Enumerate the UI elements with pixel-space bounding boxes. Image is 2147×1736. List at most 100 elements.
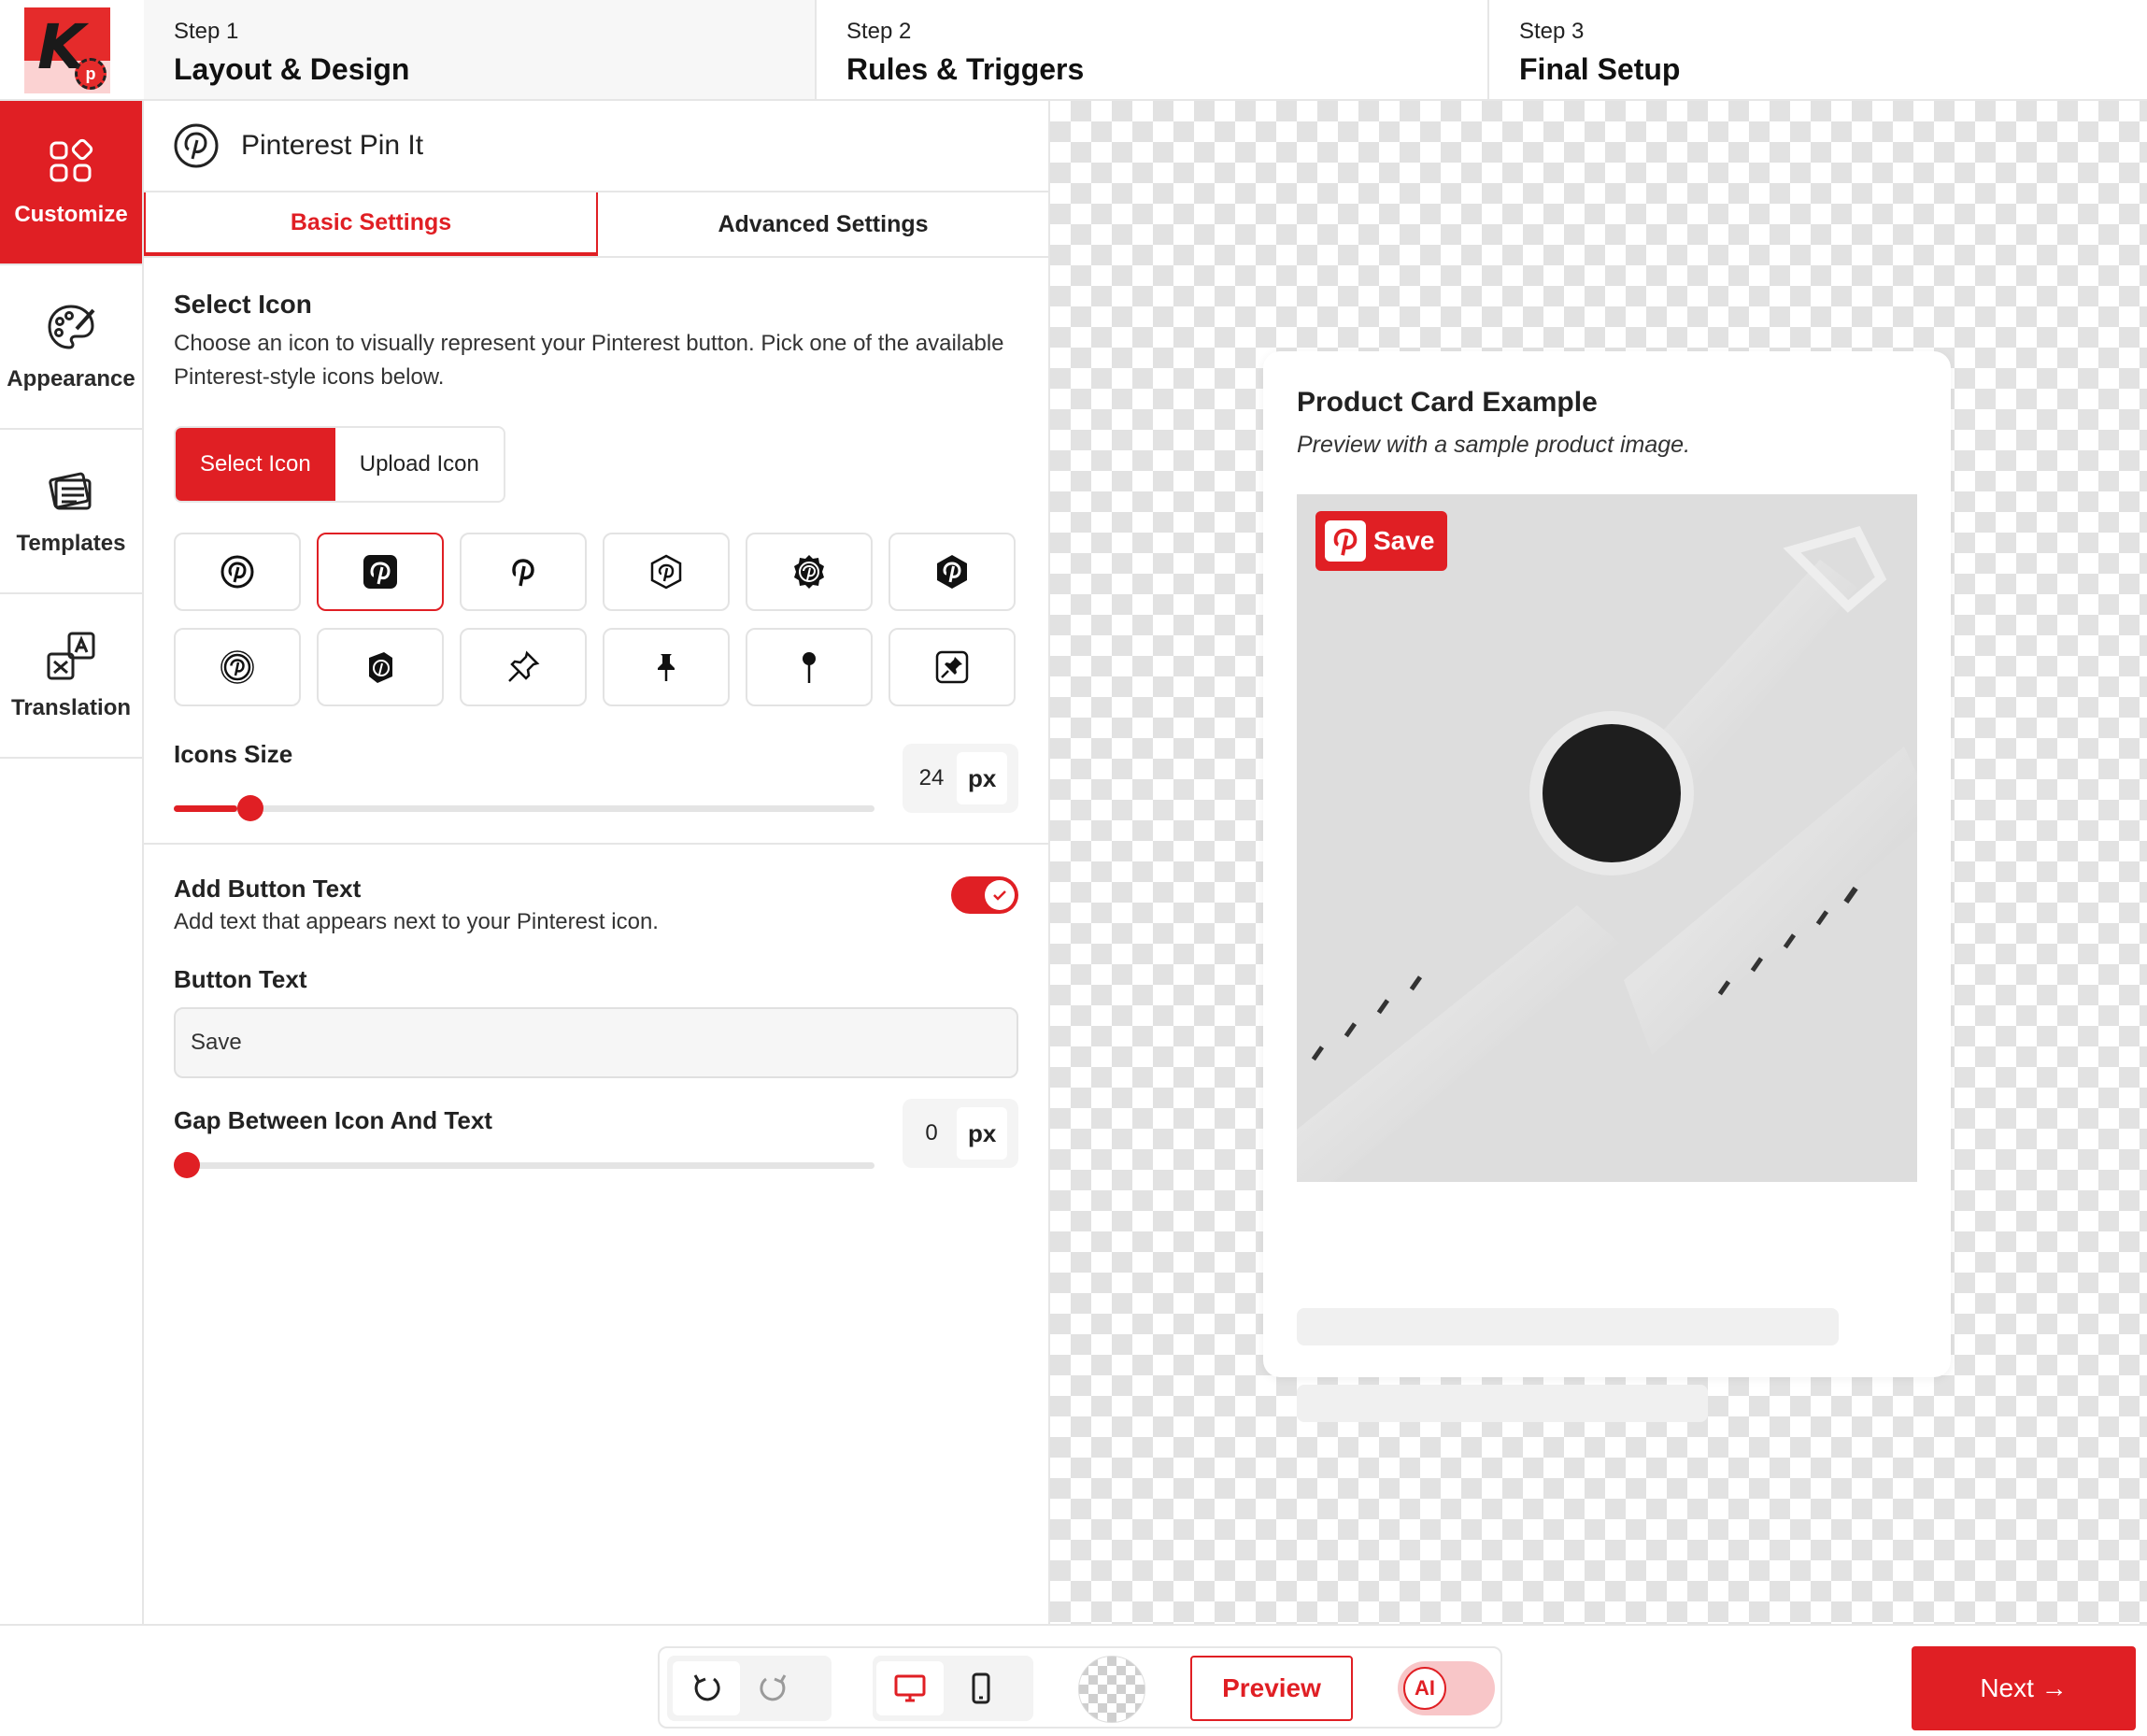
pinterest-double-circle-icon [220, 650, 254, 684]
button-text-section: Add Button Text Add text that appears ne… [144, 845, 1048, 1203]
bottom-bar: Preview AI Next → [0, 1624, 2147, 1736]
step-3[interactable]: Step 3 Final Setup [1489, 0, 2147, 99]
nav-item-translation[interactable]: Translation [0, 594, 142, 759]
slider-handle[interactable] [237, 795, 263, 821]
pinterest-hexagon-filled-icon [937, 555, 967, 589]
select-icon-option[interactable]: Select Icon [176, 428, 335, 501]
step-number: Step 1 [174, 19, 239, 44]
map-pin-icon [803, 652, 816, 683]
icon-option[interactable] [889, 533, 1016, 611]
pinterest-badge-icon [794, 555, 824, 589]
add-button-text-toggle[interactable] [951, 876, 1018, 914]
tab-advanced-settings[interactable]: Advanced Settings [598, 192, 1048, 256]
toolbar: Preview AI [658, 1646, 1502, 1729]
unit-label: px [957, 1107, 1008, 1160]
nav-label: Customize [14, 202, 128, 227]
device-group [873, 1656, 1033, 1721]
step-number: Step 3 [1519, 19, 1585, 44]
pinterest-hexagon-outline-icon [650, 554, 682, 590]
panel-header: Pinterest Pin It [144, 101, 1048, 192]
pinterest-save-button[interactable]: Save [1315, 511, 1448, 571]
select-icon-section: Select Icon Choose an icon to visually r… [144, 258, 1048, 837]
templates-icon [49, 472, 92, 510]
pinterest-badge-icon: p [75, 58, 107, 90]
add-button-text-title: Add Button Text [174, 875, 362, 903]
step-title: Final Setup [1519, 52, 1681, 86]
gap-label: Gap Between Icon And Text [174, 1106, 492, 1134]
icon-option[interactable] [603, 533, 730, 611]
ai-toggle[interactable]: AI [1398, 1661, 1495, 1715]
translate-icon [47, 632, 95, 680]
pinterest-3d-cube-icon [369, 652, 392, 683]
icon-option[interactable] [889, 628, 1016, 706]
icon-option[interactable] [746, 628, 873, 706]
card-subtitle: Preview with a sample product image. [1297, 432, 1691, 458]
icon-option[interactable] [174, 628, 301, 706]
icon-option[interactable] [317, 628, 444, 706]
icon-option-selected[interactable] [317, 533, 444, 611]
nav-label: Appearance [7, 366, 135, 391]
product-image: Save [1297, 494, 1917, 1182]
pin-in-square-icon [935, 650, 969, 684]
next-button[interactable]: Next → [1912, 1646, 2136, 1730]
icon-source-toggle: Select Icon Upload Icon [174, 426, 505, 503]
redo-button[interactable] [740, 1656, 807, 1721]
transparent-background-toggle[interactable] [1078, 1656, 1145, 1723]
gap-slider[interactable] [174, 1152, 874, 1178]
nav-item-appearance[interactable]: Appearance [0, 265, 142, 430]
app: K p Step 1 Layout & Design Step 2 Rules … [0, 0, 2147, 1736]
slider-handle[interactable] [174, 1152, 200, 1178]
icon-option[interactable] [746, 533, 873, 611]
pinterest-circle-outline-icon [220, 555, 254, 589]
pushpin-filled-icon [658, 654, 675, 681]
preview-canvas: Product Card Example Preview with a samp… [1050, 101, 2147, 1624]
pinterest-logo-icon [1325, 520, 1366, 562]
button-text-label: Button Text [174, 965, 307, 993]
gap-input[interactable]: 0 px [903, 1099, 1018, 1168]
product-card: Product Card Example Preview with a samp… [1263, 351, 1951, 1422]
settings-panel: Pinterest Pin It Basic Settings Advanced… [144, 101, 1050, 1624]
ai-label: AI [1403, 1667, 1446, 1710]
history-group [667, 1656, 832, 1721]
section-title: Select Icon [174, 290, 312, 319]
undo-button[interactable] [673, 1661, 740, 1715]
add-button-text-description: Add text that appears next to your Pinte… [174, 909, 659, 934]
check-icon [993, 890, 1006, 901]
palette-icon [48, 305, 95, 349]
nav-item-customize[interactable]: Customize [0, 101, 142, 265]
icon-option[interactable] [603, 628, 730, 706]
settings-tabs: Basic Settings Advanced Settings [144, 192, 1048, 258]
gap-value: 0 [925, 1120, 938, 1145]
step-2[interactable]: Step 2 Rules & Triggers [817, 0, 1489, 99]
tab-basic-settings[interactable]: Basic Settings [144, 192, 598, 256]
nav-label: Translation [10, 695, 132, 720]
mobile-view-button[interactable] [947, 1656, 1015, 1721]
desktop-view-button[interactable] [876, 1661, 944, 1715]
icon-option[interactable] [460, 628, 587, 706]
left-nav: Customize Appearance Templates Translati… [0, 101, 144, 1624]
icons-size-slider[interactable] [174, 795, 874, 821]
icon-option[interactable] [460, 533, 587, 611]
nav-label: Templates [16, 531, 126, 556]
gap-row: Gap Between Icon And Text 0 px [174, 1099, 1018, 1203]
step-1[interactable]: Step 1 Layout & Design [144, 0, 817, 99]
smartwatch-image [1297, 494, 1917, 1182]
section-description: Choose an icon to visually represent you… [174, 331, 1004, 390]
step-number: Step 2 [846, 19, 912, 44]
nav-item-templates[interactable]: Templates [0, 430, 142, 594]
card-title: Product Card Example [1297, 387, 1598, 418]
skeleton-line [1297, 1385, 1708, 1422]
icons-size-row: Icons Size 24 px [174, 733, 1018, 837]
pinterest-square-icon [363, 555, 397, 589]
icons-size-input[interactable]: 24 px [903, 744, 1018, 813]
button-text-input[interactable] [174, 1007, 1018, 1078]
upload-icon-option[interactable]: Upload Icon [335, 428, 504, 501]
app-logo: K p [24, 7, 110, 93]
pinterest-circle-icon [174, 123, 219, 168]
icon-option[interactable] [174, 533, 301, 611]
preview-button[interactable]: Preview [1190, 1656, 1353, 1721]
desktop-icon [894, 1674, 926, 1702]
icons-size-value: 24 [918, 765, 945, 790]
icons-size-label: Icons Size [174, 740, 293, 768]
pinterest-p-icon [512, 559, 534, 587]
